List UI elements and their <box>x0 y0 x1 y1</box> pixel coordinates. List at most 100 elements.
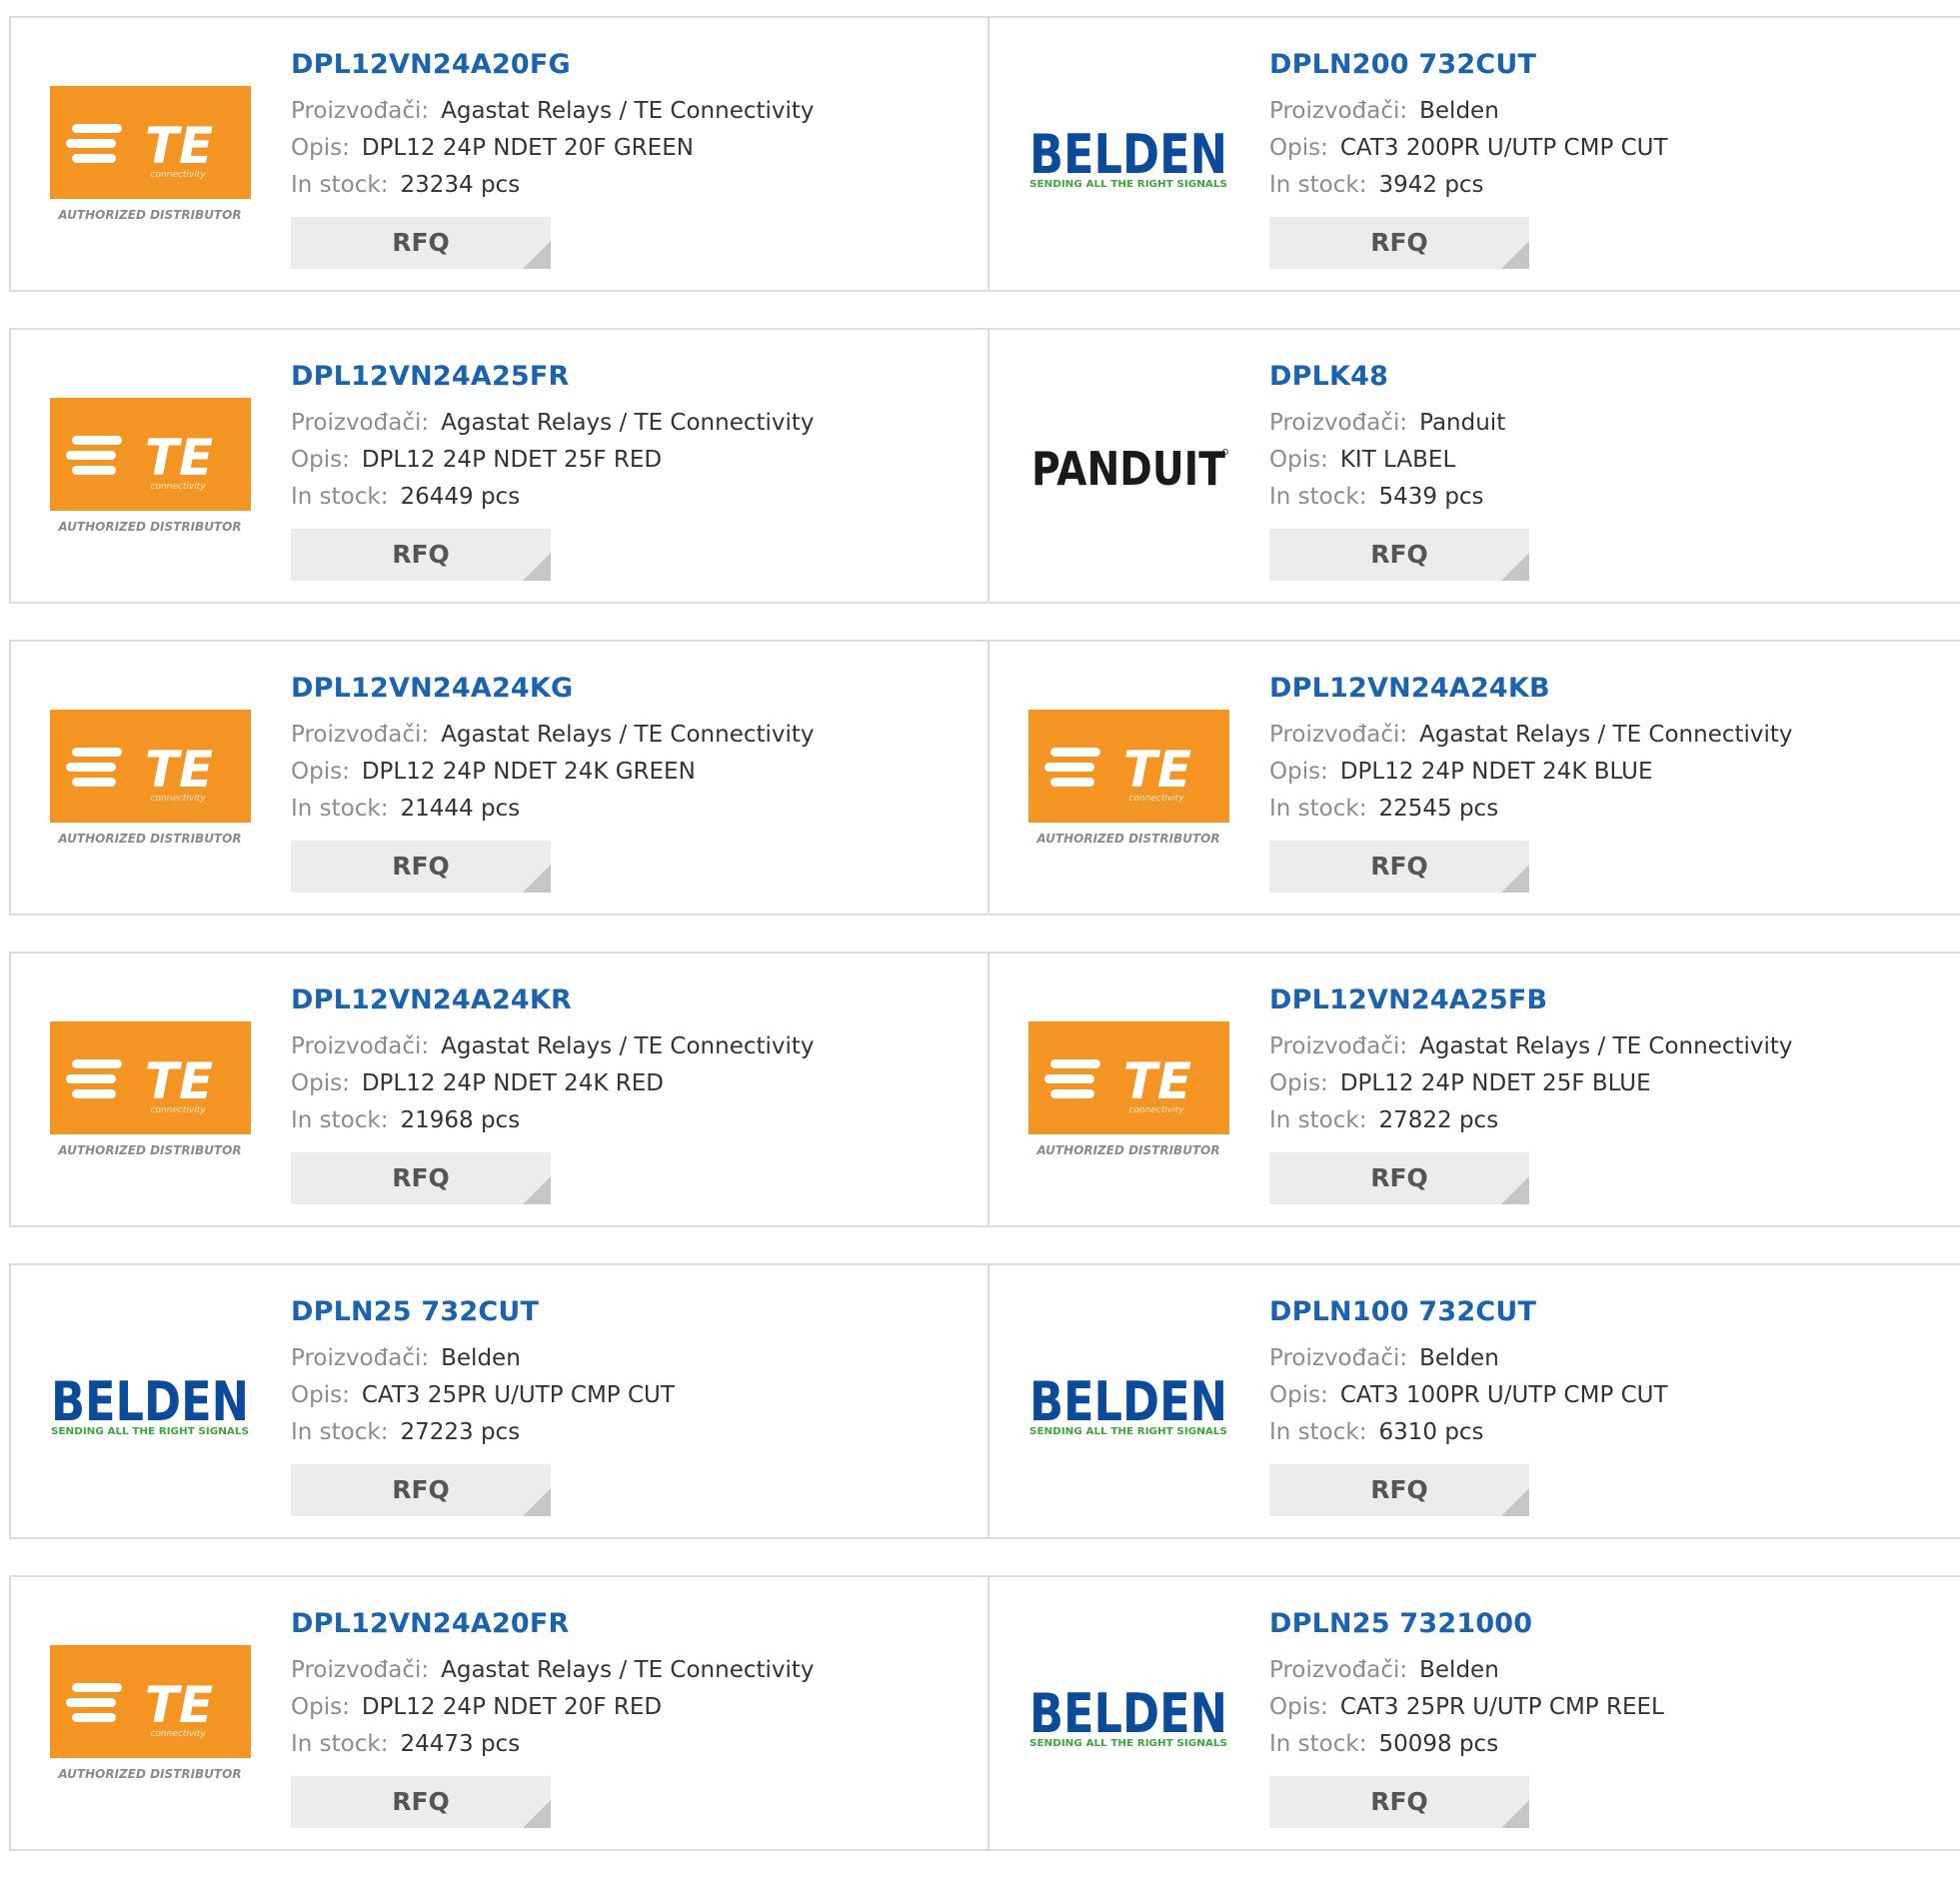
manufacturer-row: Proizvođači: Agastat Relays / TE Connecti… <box>1269 717 1793 754</box>
description-row: Opis: DPL12 24P NDET 20F GREEN <box>291 130 815 167</box>
belden-logo: BELDEN SENDING ALL THE RIGHT SIGNALS <box>1029 1370 1227 1437</box>
part-number-link[interactable]: DPL12VN24A20FG <box>291 48 815 82</box>
part-number-link[interactable]: DPL12VN24A25FB <box>1269 983 1793 1017</box>
manufacturer-logo: TE connectivity AUTHORIZED DISTRIBUTOR <box>50 398 251 539</box>
rfq-button[interactable]: RFQ <box>1269 1464 1529 1516</box>
manufacturer-label: Proizvođači: <box>1269 1345 1408 1371</box>
stock-value: 6310 pcs <box>1378 1419 1484 1445</box>
product-grid: TE connectivity AUTHORIZED DISTRIBUTOR D… <box>9 16 1960 1887</box>
manufacturer-value: Belden <box>1419 1657 1499 1683</box>
description-row: Opis: DPL12 24P NDET 24K BLUE <box>1269 754 1793 791</box>
stock-label: In stock: <box>291 1107 389 1133</box>
manufacturer-label: Proizvođači: <box>1269 98 1408 124</box>
svg-text:TE: TE <box>145 1052 213 1110</box>
stock-value: 5439 pcs <box>1378 484 1484 510</box>
svg-text:connectivity: connectivity <box>150 1729 206 1739</box>
rfq-label: RFQ <box>392 1163 450 1192</box>
svg-text:BELDEN: BELDEN <box>51 1370 249 1433</box>
stock-label: In stock: <box>1269 1107 1367 1133</box>
svg-text:connectivity: connectivity <box>150 794 206 804</box>
svg-text:TE: TE <box>145 1676 213 1734</box>
product-row: TE connectivity AUTHORIZED DISTRIBUTOR D… <box>9 16 1960 292</box>
stock-value: 23234 pcs <box>400 172 521 198</box>
manufacturer-row: Proizvođači: Belden <box>1269 1652 1664 1689</box>
rfq-button[interactable]: RFQ <box>1269 1152 1529 1204</box>
stock-row: In stock: 5439 pcs <box>1269 479 1529 516</box>
stock-label: In stock: <box>1269 484 1367 510</box>
rfq-button[interactable]: RFQ <box>291 217 551 269</box>
stock-value: 27822 pcs <box>1378 1107 1499 1133</box>
stock-value: 26449 pcs <box>400 484 521 510</box>
product-row: TE connectivity AUTHORIZED DISTRIBUTOR D… <box>9 328 1960 604</box>
rfq-button[interactable]: RFQ <box>1269 841 1529 893</box>
rfq-button[interactable]: RFQ <box>1269 217 1529 269</box>
description-value: KIT LABEL <box>1339 447 1456 473</box>
rfq-button[interactable]: RFQ <box>1269 529 1529 581</box>
corner-triangle-icon <box>523 865 551 893</box>
svg-text:BELDEN: BELDEN <box>1029 1682 1227 1745</box>
part-number-link[interactable]: DPL12VN24A24KR <box>291 983 815 1017</box>
stock-row: In stock: 21968 pcs <box>291 1102 815 1139</box>
stock-value: 27223 pcs <box>400 1419 521 1445</box>
stock-row: In stock: 22545 pcs <box>1269 791 1793 828</box>
part-number-link[interactable]: DPL12VN24A25FR <box>291 360 815 394</box>
stock-value: 21968 pcs <box>400 1107 521 1133</box>
rfq-button[interactable]: RFQ <box>291 1152 551 1204</box>
product-info: DPLN25 732CUT Proizvođači: Belden Opis: CA… <box>291 1295 675 1516</box>
product-card: TE connectivity AUTHORIZED DISTRIBUTOR D… <box>987 953 1960 1225</box>
rfq-label: RFQ <box>1370 228 1428 257</box>
corner-triangle-icon <box>1501 865 1529 893</box>
svg-text:AUTHORIZED DISTRIBUTOR: AUTHORIZED DISTRIBUTOR <box>57 520 241 534</box>
corner-triangle-icon <box>1501 1176 1529 1204</box>
stock-label: In stock: <box>1269 1419 1367 1445</box>
corner-triangle-icon <box>1501 553 1529 581</box>
te-connectivity-logo: TE connectivity AUTHORIZED DISTRIBUTOR <box>50 710 251 846</box>
corner-triangle-icon <box>1501 241 1529 269</box>
description-value: DPL12 24P NDET 24K GREEN <box>361 759 696 785</box>
part-number-link[interactable]: DPL12VN24A24KB <box>1269 672 1793 706</box>
stock-value: 24473 pcs <box>400 1731 521 1757</box>
part-number-link[interactable]: DPL12VN24A24KG <box>291 672 815 706</box>
rfq-button[interactable]: RFQ <box>291 1464 551 1516</box>
part-number-link[interactable]: DPLK48 <box>1269 360 1529 394</box>
svg-text:TE: TE <box>1123 741 1191 799</box>
product-card: TE connectivity AUTHORIZED DISTRIBUTOR D… <box>987 642 1960 914</box>
part-number-link[interactable]: DPLN25 732CUT <box>291 1295 675 1329</box>
manufacturer-logo: PANDUIT <box>1028 398 1229 539</box>
corner-triangle-icon <box>523 241 551 269</box>
corner-triangle-icon <box>523 553 551 581</box>
manufacturer-logo: BELDEN SENDING ALL THE RIGHT SIGNALS <box>50 1333 251 1474</box>
part-number-link[interactable]: DPLN100 732CUT <box>1269 1295 1668 1329</box>
stock-row: In stock: 26449 pcs <box>291 479 815 516</box>
description-row: Opis: DPL12 24P NDET 24K GREEN <box>291 754 815 791</box>
stock-row: In stock: 27223 pcs <box>291 1414 675 1451</box>
product-card: TE connectivity AUTHORIZED DISTRIBUTOR D… <box>9 330 987 602</box>
svg-text:AUTHORIZED DISTRIBUTOR: AUTHORIZED DISTRIBUTOR <box>57 1143 241 1157</box>
stock-label: In stock: <box>291 484 389 510</box>
te-connectivity-logo: TE connectivity AUTHORIZED DISTRIBUTOR <box>50 398 251 534</box>
stock-value: 50098 pcs <box>1378 1731 1499 1757</box>
description-label: Opis: <box>291 1070 350 1096</box>
manufacturer-value: Belden <box>1419 98 1499 124</box>
part-number-link[interactable]: DPL12VN24A20FR <box>291 1607 815 1641</box>
rfq-button[interactable]: RFQ <box>291 1776 551 1828</box>
rfq-button[interactable]: RFQ <box>291 841 551 893</box>
te-connectivity-logo: TE connectivity AUTHORIZED DISTRIBUTOR <box>1028 1021 1229 1157</box>
stock-label: In stock: <box>291 172 389 198</box>
product-info: DPLN200 732CUT Proizvođači: Belden Opis: C… <box>1269 48 1668 269</box>
te-connectivity-logo: TE connectivity AUTHORIZED DISTRIBUTOR <box>50 1645 251 1781</box>
product-row: TE connectivity AUTHORIZED DISTRIBUTOR D… <box>9 951 1960 1227</box>
product-row: BELDEN SENDING ALL THE RIGHT SIGNALS DPL… <box>9 1263 1960 1539</box>
manufacturer-logo: TE connectivity AUTHORIZED DISTRIBUTOR <box>50 1021 251 1162</box>
product-card: BELDEN SENDING ALL THE RIGHT SIGNALS DPL… <box>987 1265 1960 1537</box>
svg-text:connectivity: connectivity <box>150 170 206 180</box>
stock-label: In stock: <box>1269 796 1367 822</box>
rfq-button[interactable]: RFQ <box>291 529 551 581</box>
belden-logo: BELDEN SENDING ALL THE RIGHT SIGNALS <box>1029 1682 1227 1749</box>
part-number-link[interactable]: DPLN200 732CUT <box>1269 48 1668 82</box>
part-number-link[interactable]: DPLN25 7321000 <box>1269 1607 1664 1641</box>
rfq-label: RFQ <box>392 1475 450 1504</box>
rfq-button[interactable]: RFQ <box>1269 1776 1529 1828</box>
rfq-label: RFQ <box>1370 540 1428 569</box>
description-value: DPL12 24P NDET 25F BLUE <box>1339 1070 1651 1096</box>
